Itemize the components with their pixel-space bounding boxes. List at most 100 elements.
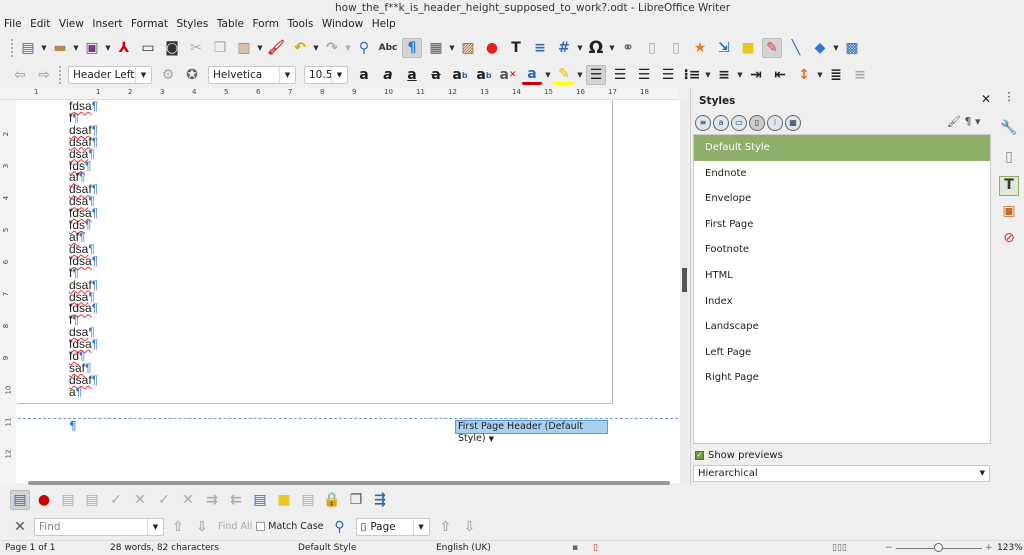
- new-document-icon[interactable]: ▤: [18, 38, 38, 58]
- font-color-icon[interactable]: a: [522, 65, 542, 85]
- menu-styles[interactable]: Styles: [176, 16, 208, 33]
- bullet-list-icon[interactable]: ⁝≡: [682, 65, 702, 85]
- more-options-icon[interactable]: ⋮: [999, 90, 1019, 110]
- cut-icon[interactable]: ✂: [186, 38, 206, 58]
- basic-shapes-icon[interactable]: ◆: [810, 38, 830, 58]
- zoom-in-icon[interactable]: +: [985, 541, 993, 555]
- manage-changes-icon[interactable]: ▤: [250, 490, 270, 510]
- decrease-indent-icon[interactable]: ⇤: [770, 65, 790, 85]
- document-modified-icon[interactable]: ▯: [593, 541, 598, 555]
- vertical-ruler[interactable]: 2 3 4 5 6 7 8 9 10 11 12: [0, 100, 16, 485]
- paragraph-spacing-icon[interactable]: ≣: [826, 65, 846, 85]
- underline-icon[interactable]: a: [402, 65, 422, 85]
- text-line[interactable]: a¶: [69, 386, 98, 399]
- styles-deck-icon[interactable]: T: [999, 176, 1019, 196]
- undo-dropdown[interactable]: ▼: [312, 44, 320, 52]
- chevron-down-icon[interactable]: ▼: [331, 67, 347, 83]
- formatting-marks-icon[interactable]: ¶: [402, 37, 422, 58]
- menu-insert[interactable]: Insert: [92, 16, 122, 33]
- page-styles-icon[interactable]: ▯: [749, 115, 765, 131]
- header-paragraph-mark[interactable]: ¶: [69, 419, 77, 433]
- list-styles-icon[interactable]: ⁝: [767, 115, 783, 131]
- chevron-down-icon[interactable]: ▼: [147, 518, 163, 535]
- clone-formatting-icon[interactable]: 🖌: [266, 38, 286, 58]
- hyperlink-icon[interactable]: ⚭: [618, 38, 638, 58]
- word-count[interactable]: 28 words, 82 characters: [110, 541, 219, 555]
- line-spacing-dropdown[interactable]: ▼: [816, 71, 824, 79]
- merge-document-icon[interactable]: ⇶: [370, 490, 390, 510]
- paragraph-styles-icon[interactable]: ≡: [695, 115, 711, 131]
- document-text[interactable]: fdsa¶ f¶ dsaf¶ dsaf¶ dsa¶ fds¶ af¶ dsaf¶ dsa¶ fds…: [69, 100, 98, 399]
- next-element-icon[interactable]: ⇩: [460, 517, 480, 537]
- print-icon[interactable]: ▭: [138, 38, 158, 58]
- align-right-icon[interactable]: ☰: [634, 65, 654, 85]
- view-layout-icon[interactable]: ▯▯▯: [832, 541, 847, 555]
- comment-change-icon[interactable]: ▤: [298, 490, 318, 510]
- match-case-checkbox[interactable]: [256, 522, 266, 531]
- find-replace-icon[interactable]: ⚲: [354, 38, 374, 58]
- open-folder-icon[interactable]: ▬: [50, 38, 70, 58]
- reject-all-changes-icon[interactable]: ⇇: [226, 490, 246, 510]
- style-item[interactable]: HTML: [694, 263, 990, 289]
- horizontal-scrollbar[interactable]: [28, 481, 670, 485]
- track-changes-icon[interactable]: ✎: [762, 37, 782, 58]
- find-all-button[interactable]: Find All: [218, 521, 252, 532]
- reject-all-icon[interactable]: ✕: [178, 490, 198, 510]
- export-pdf-icon[interactable]: ⅄: [114, 38, 134, 58]
- style-item[interactable]: Right Page: [694, 365, 990, 391]
- style-item[interactable]: Default Style: [694, 135, 990, 161]
- navigator-icon[interactable]: ⊘: [999, 230, 1019, 250]
- style-item[interactable]: Left Page: [694, 340, 990, 366]
- footnote-icon[interactable]: ▯: [642, 38, 662, 58]
- undo-icon[interactable]: ↶: [290, 38, 310, 58]
- insert-chart-icon[interactable]: ●: [482, 38, 502, 58]
- menu-window[interactable]: Window: [322, 16, 363, 33]
- increase-indent-icon[interactable]: ⇥: [746, 65, 766, 85]
- bookmark-icon[interactable]: ★: [690, 38, 710, 58]
- copy-icon[interactable]: ❐: [210, 38, 230, 58]
- forward-icon[interactable]: ⇨: [34, 65, 54, 85]
- show-track-changes-icon[interactable]: ▤: [10, 490, 30, 510]
- insert-textbox-icon[interactable]: T: [506, 38, 526, 58]
- numbered-list-icon[interactable]: ≡: [714, 65, 734, 85]
- checkbox-checked-icon[interactable]: ✓: [695, 451, 704, 460]
- style-filter-select[interactable]: Hierarchical ▼: [693, 465, 990, 482]
- header-style-button[interactable]: First Page Header (Default Style) ▼: [455, 420, 608, 444]
- new-style-icon[interactable]: ✪: [182, 65, 202, 85]
- insert-comment-icon[interactable]: ■: [274, 490, 294, 510]
- numbering-dropdown[interactable]: ▼: [736, 71, 744, 79]
- style-item[interactable]: First Page: [694, 212, 990, 238]
- insert-table-icon[interactable]: ▦: [426, 38, 446, 58]
- zoom-level[interactable]: 123%: [997, 541, 1023, 555]
- special-character-icon[interactable]: Ω: [586, 38, 606, 58]
- bold-icon[interactable]: a: [354, 65, 374, 85]
- update-style-icon[interactable]: ⚙: [158, 65, 178, 85]
- gallery-icon[interactable]: ▣: [999, 203, 1019, 223]
- chevron-down-icon[interactable]: ▼: [279, 67, 295, 83]
- field-dropdown[interactable]: ▼: [576, 44, 584, 52]
- insert-page-break-icon[interactable]: ≡: [530, 38, 550, 58]
- properties-icon[interactable]: 🔧: [999, 120, 1019, 140]
- page-count[interactable]: Page 1 of 1: [5, 541, 56, 555]
- menu-tools[interactable]: Tools: [287, 16, 313, 33]
- shapes-dropdown[interactable]: ▼: [832, 44, 840, 52]
- find-replace-icon[interactable]: ⚲: [330, 517, 350, 537]
- open-dropdown[interactable]: ▼: [72, 44, 80, 52]
- horizontal-ruler[interactable]: 1 1 2 3 4 5 6 7 8 9 10 11 12 13 14 15 16 17 18: [0, 88, 678, 100]
- italic-icon[interactable]: a: [378, 65, 398, 85]
- scrollbar-thumb[interactable]: [682, 268, 687, 292]
- cross-reference-icon[interactable]: ⇲: [714, 38, 734, 58]
- table-styles-icon[interactable]: ▦: [785, 115, 801, 131]
- paste-icon[interactable]: ▥: [234, 38, 254, 58]
- print-preview-icon[interactable]: ◙: [162, 38, 182, 58]
- menu-format[interactable]: Format: [131, 16, 168, 33]
- paste-dropdown[interactable]: ▼: [256, 44, 264, 52]
- previous-change-icon[interactable]: ▤: [58, 490, 78, 510]
- new-dropdown[interactable]: ▼: [40, 44, 48, 52]
- toolbar-grip[interactable]: [11, 38, 13, 57]
- insert-field-icon[interactable]: #: [554, 38, 574, 58]
- endnote-icon[interactable]: ▯: [666, 38, 686, 58]
- selection-mode-icon[interactable]: ▪: [572, 541, 578, 555]
- language[interactable]: English (UK): [436, 541, 491, 555]
- zoom-slider-handle[interactable]: [934, 543, 943, 552]
